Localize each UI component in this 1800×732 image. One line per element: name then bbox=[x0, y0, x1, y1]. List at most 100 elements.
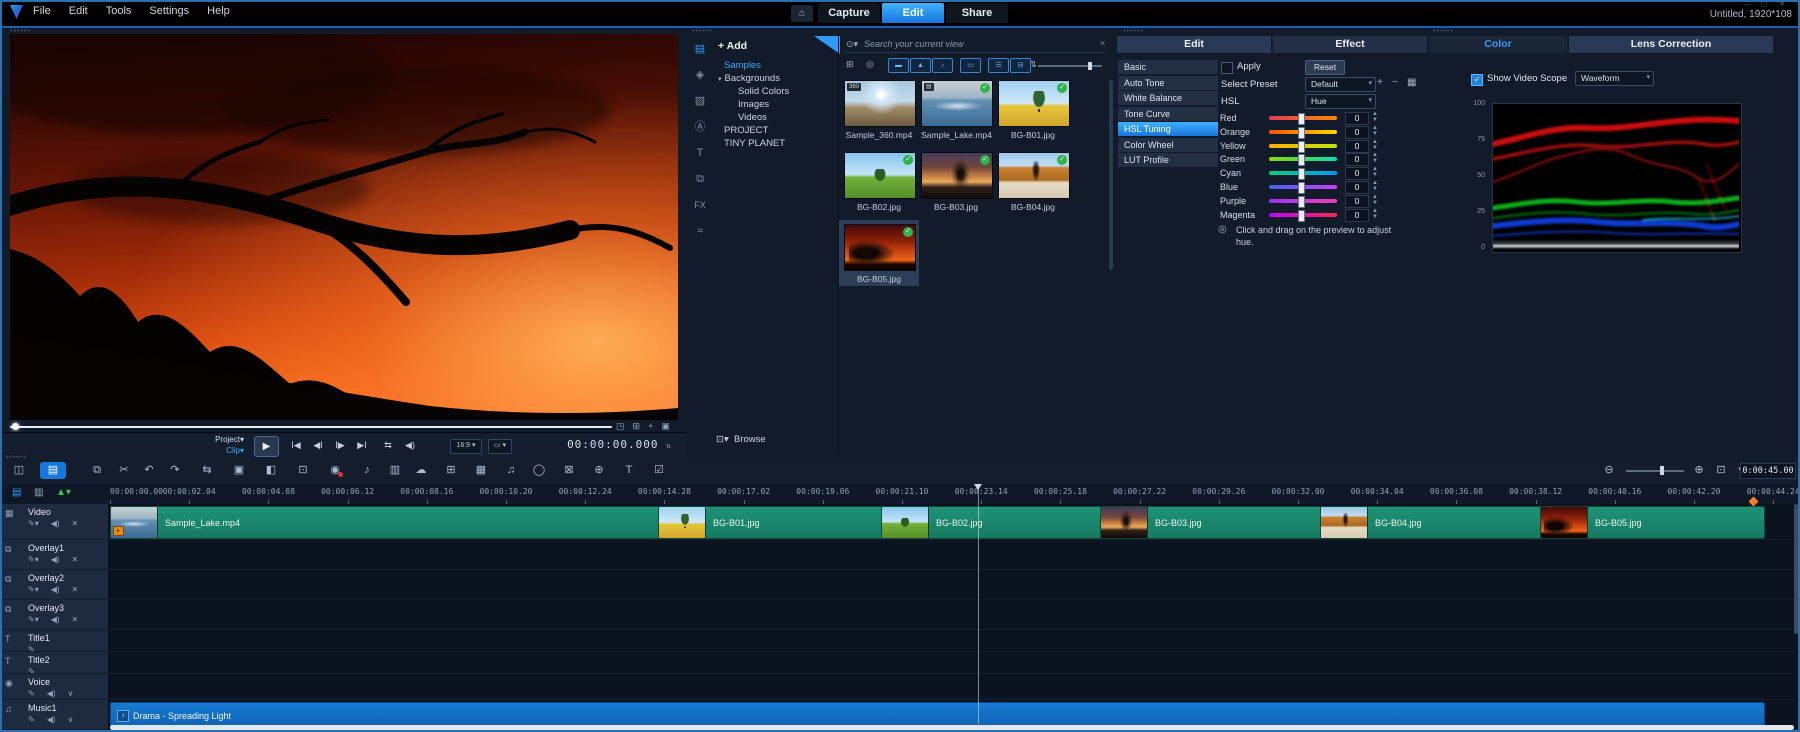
timeline-clip[interactable]: BG-B03.jpg bbox=[1100, 506, 1322, 539]
sound-mixer-icon[interactable]: ♫ bbox=[502, 462, 520, 479]
media-item[interactable]: ✓BG-B04.jpg bbox=[998, 152, 1068, 212]
slider-value[interactable]: 0 bbox=[1345, 181, 1369, 194]
section-white-balance[interactable]: White Balance bbox=[1118, 91, 1218, 106]
media-thumbnail[interactable]: ▤✓ bbox=[921, 80, 993, 127]
aspect-ratio-dropdown[interactable]: 16:9 ▾ bbox=[450, 439, 482, 454]
batch-convert-icon[interactable]: ▥ bbox=[386, 462, 404, 479]
project-duration[interactable]: 0:00:45.00 bbox=[1740, 463, 1796, 479]
add-track-icon[interactable]: ▲▾ bbox=[56, 487, 71, 498]
chevron-down-icon[interactable]: ∨ bbox=[68, 689, 74, 698]
preview-video-frame[interactable] bbox=[10, 34, 678, 420]
slider-handle[interactable] bbox=[1298, 154, 1305, 166]
ripple-edit-icon[interactable]: ✎▾ bbox=[28, 555, 39, 564]
filter-video-button[interactable]: ▬ bbox=[888, 58, 909, 73]
media-thumbnail[interactable]: ✓ bbox=[998, 80, 1070, 127]
timeline-clip[interactable]: BG-B04.jpg bbox=[1320, 506, 1542, 539]
redo-icon[interactable]: ↷ bbox=[166, 462, 184, 479]
expand-triangle-icon[interactable]: ▾ bbox=[718, 76, 722, 83]
list-view-button[interactable]: ☰ bbox=[988, 58, 1009, 73]
slider-spinner[interactable]: ▲▼ bbox=[1372, 152, 1378, 164]
subtitle-editor-icon[interactable]: ⊞ bbox=[442, 462, 460, 479]
media-item[interactable]: ✓BG-B05.jpg bbox=[844, 224, 914, 284]
record-options-icon[interactable]: ◎ bbox=[866, 59, 874, 70]
timeline-zoom-slider[interactable] bbox=[1626, 470, 1684, 472]
slider-handle[interactable] bbox=[1298, 113, 1305, 125]
folder-images[interactable]: Images bbox=[738, 99, 769, 110]
slider-value[interactable]: 0 bbox=[1345, 209, 1369, 222]
ripple-edit-icon[interactable]: ✎▾ bbox=[28, 615, 39, 624]
speaker-icon[interactable]: ◀) bbox=[47, 689, 56, 698]
slider-value[interactable]: 0 bbox=[1345, 112, 1369, 125]
media-thumbnail[interactable]: ✓ bbox=[998, 152, 1070, 199]
track-manager-icon[interactable]: ▤ bbox=[12, 487, 21, 498]
slider-handle[interactable] bbox=[1298, 127, 1305, 139]
library-scrollbar[interactable] bbox=[1109, 80, 1113, 270]
filter-icon[interactable]: FX bbox=[690, 196, 710, 214]
track-x-icon[interactable]: ✕ bbox=[72, 585, 79, 594]
section-basic[interactable]: Basic bbox=[1118, 60, 1218, 75]
timeline-ruler[interactable]: ▤▥▲▾00:00:00.0000:00:02.0400:00:04.0800:… bbox=[0, 484, 1800, 505]
timeline-clip[interactable]: BG-B01.jpg bbox=[658, 506, 883, 539]
speaker-icon[interactable]: ◀) bbox=[47, 715, 56, 724]
track-header-title2[interactable]: TTitle2✎ bbox=[0, 652, 110, 673]
enlarge-icon[interactable]: + bbox=[648, 421, 653, 432]
home-button[interactable]: ⌂ bbox=[791, 5, 813, 22]
folder-project[interactable]: PROJECT bbox=[724, 125, 768, 136]
track-header-music1[interactable]: ♫Music1✎◀)∨ bbox=[0, 700, 110, 729]
ripple-edit-icon[interactable]: ✎▾ bbox=[28, 519, 39, 528]
split-icon[interactable]: ◧ bbox=[262, 462, 280, 479]
playhead[interactable] bbox=[978, 484, 979, 724]
zoom-in-icon[interactable]: ⊕ bbox=[1690, 462, 1708, 479]
tab-edit[interactable]: Edit bbox=[1117, 36, 1271, 53]
panel-drag-handle[interactable]: •••••• bbox=[1123, 30, 1144, 34]
tab-effect[interactable]: Effect bbox=[1273, 36, 1427, 53]
slider-value[interactable]: 0 bbox=[1345, 153, 1369, 166]
slider-spinner[interactable]: ▲▼ bbox=[1372, 194, 1378, 206]
timeline-horizontal-scrollbar[interactable] bbox=[110, 725, 1794, 730]
folder-solid-colors[interactable]: Solid Colors bbox=[738, 86, 789, 97]
zoom-out-icon[interactable]: ⊖ bbox=[1600, 462, 1618, 479]
menu-file[interactable]: File bbox=[24, 0, 60, 22]
timeline-clip[interactable]: Sample_Lake.mp4▸ bbox=[110, 506, 660, 539]
tab-color[interactable]: Color bbox=[1429, 36, 1567, 53]
section-lut-profile[interactable]: LUT Profile bbox=[1118, 153, 1218, 168]
prev-frame-icon[interactable]: ◀I bbox=[308, 436, 328, 455]
timeline-zoom-handle[interactable] bbox=[1660, 466, 1664, 475]
tab-edit[interactable]: Edit bbox=[882, 3, 944, 23]
motion-track-icon[interactable]: ⊕ bbox=[590, 462, 608, 479]
timeline-view-icon[interactable]: ▤ bbox=[40, 462, 66, 479]
ripple-edit-icon[interactable]: ✎ bbox=[28, 689, 35, 698]
track-header-overlay2[interactable]: ⧉Overlay2✎▾◀)✕ bbox=[0, 570, 110, 599]
media-item[interactable]: ▤✓Sample_Lake.mp4 bbox=[921, 80, 991, 140]
track-x-icon[interactable]: ✕ bbox=[72, 555, 79, 564]
remove-preset-icon[interactable]: − bbox=[1392, 77, 1398, 88]
slider-handle[interactable] bbox=[1298, 210, 1305, 222]
add-preset-icon[interactable]: + bbox=[1377, 77, 1383, 88]
media-icon[interactable]: ▤ bbox=[690, 40, 710, 58]
check-icon[interactable]: ☑ bbox=[650, 462, 668, 479]
track-header-voice[interactable]: ◉Voice✎◀)∨ bbox=[0, 674, 110, 699]
ripple-edit-icon[interactable]: ✎▾ bbox=[28, 585, 39, 594]
sort-icon[interactable]: ⇅ bbox=[1030, 60, 1037, 69]
track-header-overlay1[interactable]: ⧉Overlay1✎▾◀)✕ bbox=[0, 540, 110, 569]
add-folder-button[interactable]: + Add bbox=[718, 40, 747, 52]
slider-spinner[interactable]: ▲▼ bbox=[1372, 125, 1378, 137]
play-icon[interactable]: ▶ bbox=[254, 436, 279, 457]
grid-view-button[interactable]: ⊟ bbox=[1010, 58, 1031, 73]
track-header-overlay3[interactable]: ⧉Overlay3✎▾◀)✕ bbox=[0, 600, 110, 629]
slider-value[interactable]: 0 bbox=[1345, 195, 1369, 208]
slider-handle[interactable] bbox=[1298, 141, 1305, 153]
slider-spinner[interactable]: ▲▼ bbox=[1372, 111, 1378, 123]
next-frame-icon[interactable]: I▶ bbox=[330, 436, 350, 455]
loop-icon[interactable]: ◯ bbox=[530, 462, 548, 479]
window-controls[interactable]: ­– ▢ ✕ bbox=[1745, 0, 1790, 8]
ripple-edit-icon[interactable]: ⇆ bbox=[198, 462, 216, 479]
media-item[interactable]: ✓BG-B02.jpg bbox=[844, 152, 914, 212]
resolution-dropdown[interactable]: ▭ ▾ bbox=[488, 439, 512, 454]
folder-samples[interactable]: Samples bbox=[724, 60, 761, 71]
media-item[interactable]: ✓BG-B01.jpg bbox=[998, 80, 1068, 140]
snapshot-icon[interactable]: ▣ bbox=[230, 462, 248, 479]
slider-spinner[interactable]: ▲▼ bbox=[1372, 180, 1378, 192]
slider-handle[interactable] bbox=[1298, 196, 1305, 208]
transition-icon[interactable]: ▧ bbox=[690, 92, 710, 110]
